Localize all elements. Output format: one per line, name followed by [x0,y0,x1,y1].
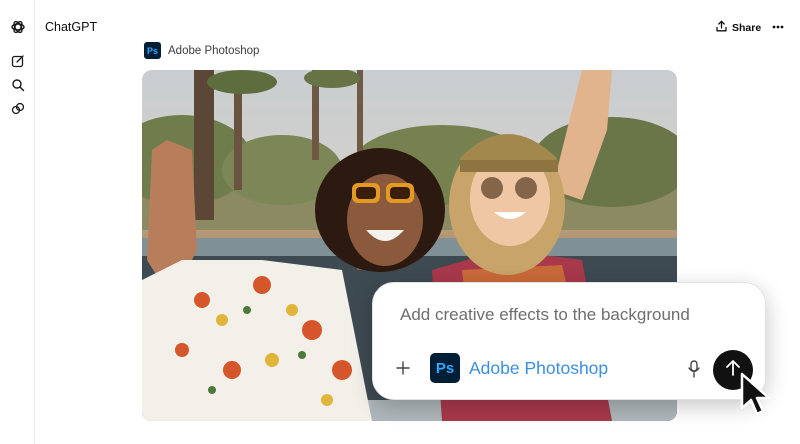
ellipsis-icon[interactable] [769,17,787,37]
sidebar-rail [0,0,35,444]
microphone-icon[interactable] [685,358,703,380]
photoshop-logo-icon: Ps [144,42,161,59]
share-button[interactable]: Share [716,20,761,35]
selected-tool-chip[interactable]: Ps Adobe Photoshop [430,353,608,383]
prompt-input[interactable]: Add creative effects to the background [400,305,690,325]
share-label: Share [732,21,762,34]
tool-chip-label: Adobe Photoshop [469,357,609,378]
tool-name: Adobe Photoshop [168,44,260,57]
search-icon[interactable] [8,75,28,95]
share-icon [716,20,727,35]
arrow-up-icon [725,359,741,382]
plus-icon[interactable] [393,358,413,378]
photoshop-logo-icon: Ps [430,353,460,383]
tool-attribution: Ps Adobe Photoshop [144,42,259,59]
library-icon[interactable] [8,99,28,119]
mouse-cursor-icon [740,372,771,416]
openai-logo-icon[interactable] [8,17,28,37]
new-chat-icon[interactable] [8,51,28,71]
prompt-composer[interactable]: Add creative effects to the background P… [372,282,766,400]
app-title[interactable]: ChatGPT [45,20,97,34]
